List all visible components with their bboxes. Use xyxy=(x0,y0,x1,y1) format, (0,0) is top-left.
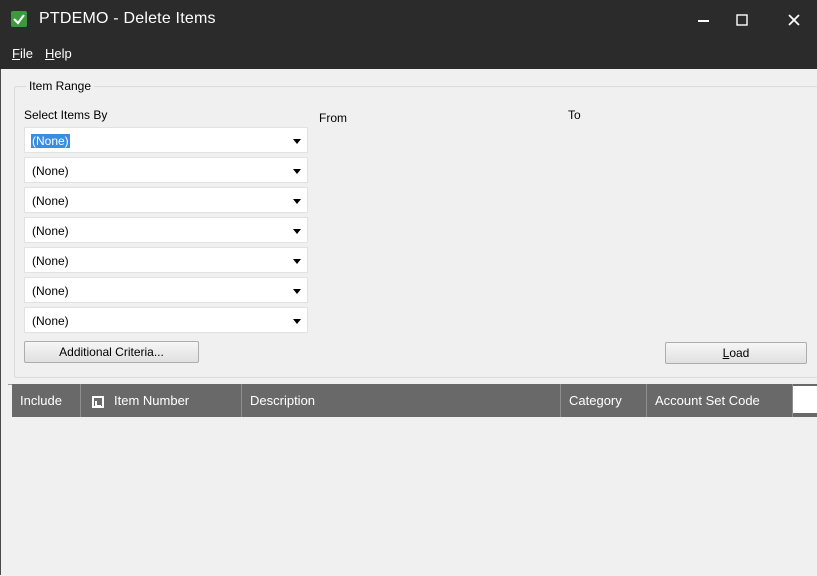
select-by-combo-5[interactable]: (None) xyxy=(24,247,308,273)
dropdown-arrow-icon xyxy=(293,319,301,324)
column-description-label: Description xyxy=(250,393,316,408)
combo-value: (None) xyxy=(31,134,70,148)
column-account-set-code[interactable]: Account Set Code xyxy=(647,384,793,417)
menu-bar: File Help xyxy=(0,39,817,69)
dropdown-arrow-icon xyxy=(293,139,301,144)
select-by-combo-1[interactable]: (None) xyxy=(24,127,308,153)
combo-value: (None) xyxy=(32,194,69,208)
column-description[interactable]: Description xyxy=(242,384,561,417)
window-title: PTDEMO - Delete Items xyxy=(39,10,216,27)
grid-body xyxy=(12,417,817,575)
dropdown-arrow-icon xyxy=(293,199,301,204)
combo-value: (None) xyxy=(32,284,69,298)
dropdown-arrow-icon xyxy=(293,289,301,294)
column-category[interactable]: Category xyxy=(561,384,647,417)
select-by-combo-4[interactable]: (None) xyxy=(24,217,308,243)
column-category-label: Category xyxy=(569,393,622,408)
combo-value: (None) xyxy=(32,254,69,268)
column-item-number[interactable]: Item Number xyxy=(81,384,242,417)
column-include-label: Include xyxy=(20,393,62,408)
select-by-combo-3[interactable]: (None) xyxy=(24,187,308,213)
column-account-set-code-label: Account Set Code xyxy=(655,393,760,408)
from-label: From xyxy=(319,111,347,125)
column-include[interactable]: Include xyxy=(12,384,81,417)
dropdown-arrow-icon xyxy=(293,229,301,234)
maximize-button[interactable] xyxy=(719,0,765,39)
menu-help-mnemonic: H xyxy=(45,46,55,61)
header-filler xyxy=(793,386,817,413)
maximize-icon xyxy=(736,13,748,26)
menu-help-label: elp xyxy=(54,46,72,61)
menu-file-label: ile xyxy=(19,46,33,61)
grid-header: Include Item Number Description Category… xyxy=(12,384,817,417)
load-button[interactable]: Load xyxy=(665,342,807,364)
combo-value: (None) xyxy=(32,314,69,328)
select-by-combo-7[interactable]: (None) xyxy=(24,307,308,333)
close-button[interactable] xyxy=(771,0,817,39)
dropdown-arrow-icon xyxy=(293,259,301,264)
combo-value: (None) xyxy=(32,164,69,178)
load-label: oad xyxy=(729,346,750,360)
external-link-icon xyxy=(92,395,104,408)
dropdown-arrow-icon xyxy=(293,169,301,174)
menu-file-mnemonic: F xyxy=(12,46,20,61)
title-bar: PTDEMO - Delete Items xyxy=(0,0,817,39)
select-by-combo-2[interactable]: (None) xyxy=(24,157,308,183)
window-left-edge xyxy=(0,69,8,575)
shield-check-icon xyxy=(11,11,27,27)
menu-help[interactable]: Help xyxy=(45,46,72,61)
select-items-by-label: Select Items By xyxy=(24,108,108,122)
minimize-icon xyxy=(698,19,709,22)
additional-criteria-button[interactable]: Additional Criteria... xyxy=(24,341,199,363)
combo-value: (None) xyxy=(32,224,69,238)
column-item-number-label: Item Number xyxy=(114,393,190,408)
item-range-legend: Item Range xyxy=(26,79,95,93)
to-label: To xyxy=(568,108,581,122)
close-icon xyxy=(788,13,800,26)
menu-file[interactable]: File xyxy=(12,46,33,61)
select-by-combo-6[interactable]: (None) xyxy=(24,277,308,303)
